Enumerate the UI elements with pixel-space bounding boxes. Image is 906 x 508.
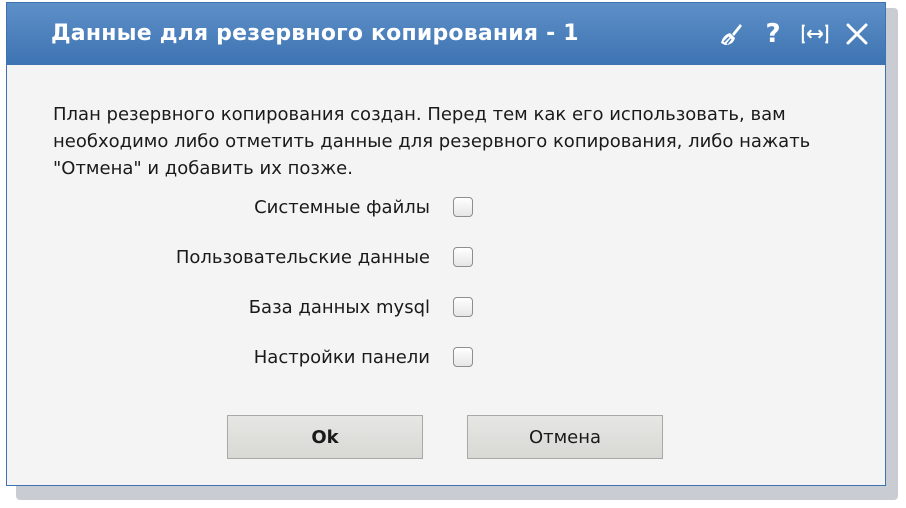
- dialog-titlebar[interactable]: Данные для резервного копирования - 1 ?: [7, 3, 885, 65]
- option-panel-settings: Настройки панели: [7, 343, 887, 373]
- system-files-checkbox[interactable]: [453, 197, 473, 217]
- ok-button[interactable]: Ok: [227, 415, 423, 459]
- titlebar-icons: ?: [717, 17, 871, 51]
- cancel-button[interactable]: Отмена: [467, 415, 663, 459]
- dialog-message: План резервного копирования создан. Пере…: [53, 104, 811, 179]
- option-user-data: Пользовательские данные: [7, 243, 887, 273]
- backup-data-dialog: Данные для резервного копирования - 1 ?: [6, 2, 886, 486]
- mysql-database-checkbox[interactable]: [453, 297, 473, 317]
- option-system-files: Системные файлы: [7, 193, 887, 223]
- panel-settings-checkbox[interactable]: [453, 347, 473, 367]
- option-mysql-database: База данных mysql: [7, 293, 887, 323]
- help-icon[interactable]: ?: [759, 19, 787, 49]
- user-data-checkbox[interactable]: [453, 247, 473, 267]
- option-label: Пользовательские данные: [175, 247, 430, 268]
- option-label: База данных mysql: [248, 297, 430, 318]
- resize-icon[interactable]: [801, 19, 829, 49]
- broom-icon[interactable]: [717, 19, 745, 49]
- close-icon[interactable]: [843, 19, 871, 49]
- option-label: Системные файлы: [254, 197, 430, 218]
- option-label: Настройки панели: [253, 347, 430, 368]
- help-glyph: ?: [765, 19, 781, 49]
- dialog-title: Данные для резервного копирования - 1: [51, 21, 579, 46]
